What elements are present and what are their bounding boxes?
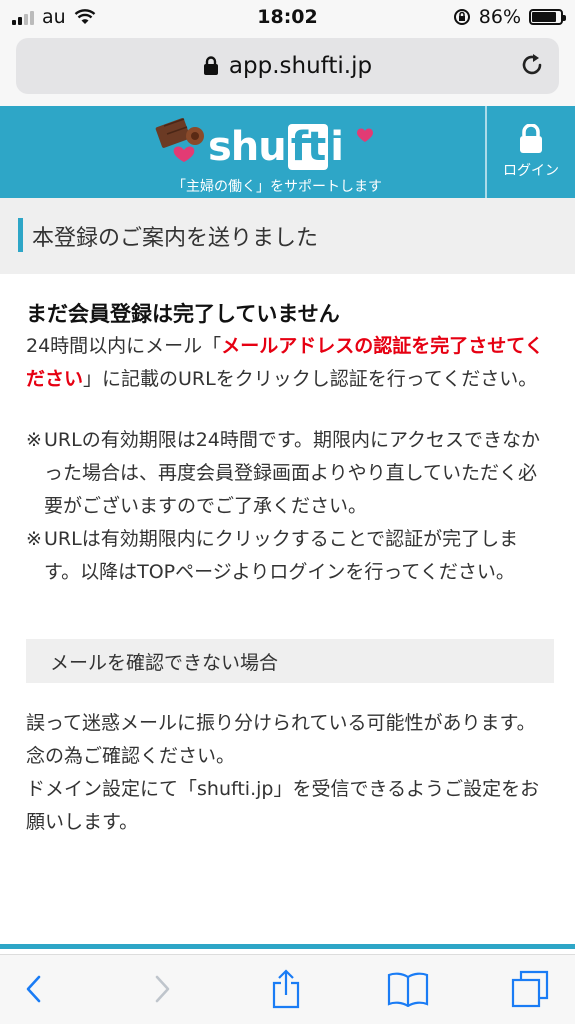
help-paragraph: 誤って迷惑メールに振り分けられている可能性があります。念の為ご確認ください。 <box>26 712 536 767</box>
lead-heading: まだ会員登録は完了していません <box>26 302 340 326</box>
padlock-icon <box>520 124 542 153</box>
shufti-logo[interactable]: shu ft i 「主婦の働く」をサポートします <box>150 114 382 195</box>
instructions-prefix: 24時間以内にメール「 <box>26 335 222 357</box>
bookmarks-icon <box>387 972 429 1007</box>
status-bar: au 18:02 86% <box>0 0 575 34</box>
note-mark: ※ <box>26 528 42 550</box>
forward-button[interactable] <box>140 967 184 1011</box>
browser-chrome: app.shufti.jp <box>0 34 575 106</box>
lock-icon <box>203 56 218 75</box>
note-text: URLの有効期限は24時間です。期限内にアクセスできなかった場合は、再度会員登録… <box>44 429 541 517</box>
share-button[interactable] <box>264 967 308 1011</box>
bookmarks-button[interactable] <box>386 967 430 1011</box>
help-paragraph: ドメイン設定にて「shufti.jp」を受信できるようご設定をお願いします。 <box>26 778 540 833</box>
section-title: 本登録のご案内を送りました <box>0 198 575 274</box>
share-icon <box>272 969 300 1009</box>
reload-icon[interactable] <box>521 52 545 78</box>
note-item: ※ URLは有効期限内にクリックすることで認証が完了します。以降はTOPページよ… <box>26 523 554 589</box>
instructions-suffix: 」に記載のURLをクリックし認証を行ってください。 <box>83 368 538 390</box>
subheading: メールを確認できない場合 <box>26 639 554 683</box>
battery-icon <box>529 9 566 25</box>
page-title: 本登録のご案内を送りました <box>32 226 319 251</box>
login-label: ログイン <box>503 163 559 179</box>
url-text: app.shufti.jp <box>228 53 373 79</box>
address-bar[interactable]: app.shufti.jp <box>16 38 559 94</box>
tabs-button[interactable] <box>508 967 552 1011</box>
back-icon <box>26 975 41 1003</box>
notes-list: ※ URLの有効期限は24時間です。期限内にアクセスできなかった場合は、再度会員… <box>26 424 554 589</box>
login-button[interactable]: ログイン <box>485 106 575 198</box>
title-accent-bar <box>18 218 23 252</box>
logo-tagline: 「主婦の働く」をサポートします <box>172 179 382 195</box>
logo-wordmark: shu ft i <box>208 124 344 170</box>
main-content: まだ会員登録は完了していません 24時間以内にメール「メールアドレスの認証を完了… <box>26 298 554 839</box>
rotation-lock-icon <box>453 9 470 25</box>
back-button[interactable] <box>12 967 56 1011</box>
heart-icon <box>357 128 373 142</box>
site-header: shu ft i 「主婦の働く」をサポートします ログイン <box>0 106 575 198</box>
forward-icon <box>155 975 170 1003</box>
battery-percent: 86% <box>478 6 521 28</box>
help-text: 誤って迷惑メールに振り分けられている可能性があります。念の為ご確認ください。 ド… <box>26 707 554 839</box>
browser-toolbar <box>0 954 575 1024</box>
status-right: 86% <box>453 6 566 28</box>
tabs-icon <box>511 970 549 1008</box>
footer-divider <box>0 944 575 949</box>
note-item: ※ URLの有効期限は24時間です。期限内にアクセスできなかった場合は、再度会員… <box>26 424 554 523</box>
note-text: URLは有効期限内にクリックすることで認証が完了します。以降はTOPページよりロ… <box>44 528 519 583</box>
instructions-text: 24時間以内にメール「メールアドレスの認証を完了させてください」に記載のURLを… <box>26 330 554 396</box>
note-mark: ※ <box>26 429 42 451</box>
